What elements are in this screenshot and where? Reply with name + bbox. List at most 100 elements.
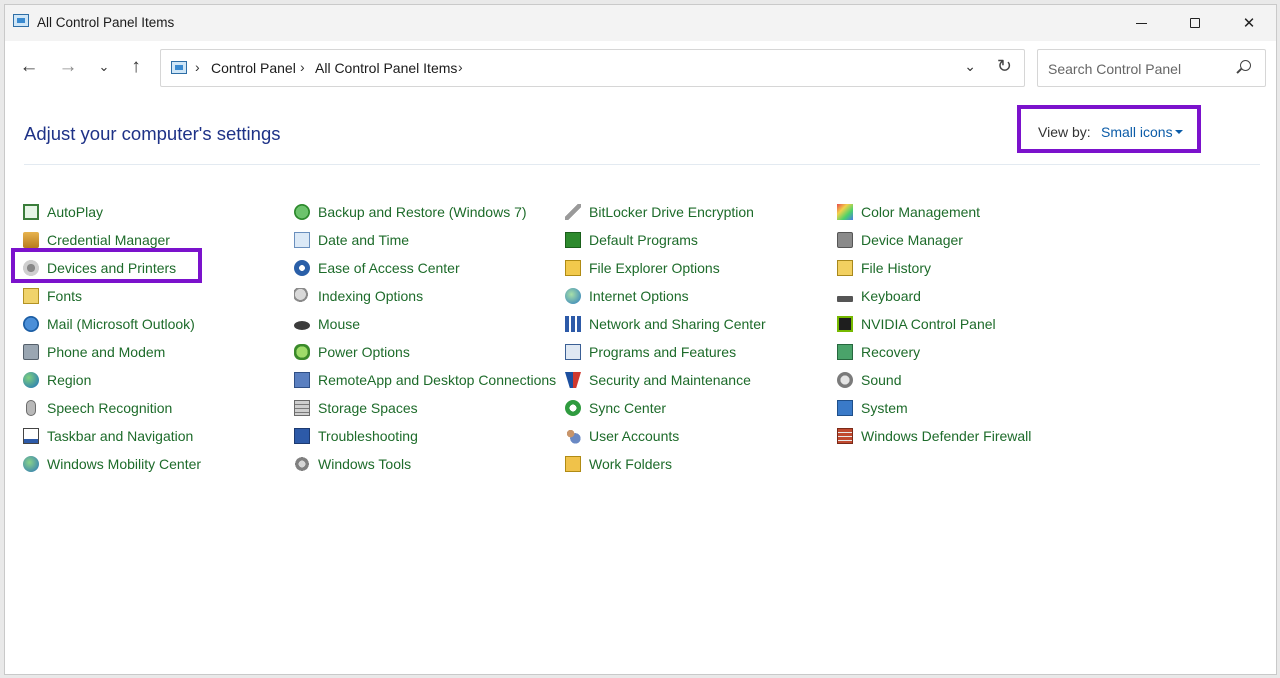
control-panel-item[interactable]: Sync Center [565, 394, 766, 422]
item-label: Recovery [861, 344, 921, 360]
item-label: Mouse [318, 316, 361, 332]
breadcrumb-control-panel[interactable]: Control Panel [211, 60, 296, 76]
chevron-down-icon: ⌄ [98, 59, 110, 74]
item-label: Sound [861, 372, 902, 388]
device-manager-icon [837, 232, 853, 248]
control-panel-item[interactable]: User Accounts [565, 422, 766, 450]
forward-button[interactable]: → [54, 53, 82, 81]
item-label: Network and Sharing Center [589, 316, 766, 332]
control-panel-item[interactable]: Mouse [294, 310, 556, 338]
item-label: Sync Center [589, 400, 667, 416]
arrow-right-icon: → [58, 56, 78, 77]
control-panel-item[interactable]: Programs and Features [565, 338, 766, 366]
sync-icon [565, 400, 581, 416]
mobility-center-icon [23, 456, 39, 472]
refresh-icon[interactable]: ↻ [997, 56, 1012, 77]
item-label: Speech Recognition [47, 400, 173, 416]
recent-locations-button[interactable]: ⌄ [90, 53, 118, 81]
control-panel-item[interactable]: Windows Defender Firewall [837, 422, 1031, 450]
items-column-2: Backup and Restore (Windows 7) Date and … [294, 198, 556, 478]
title-bar: All Control Panel Items ✕ [5, 5, 1276, 41]
control-panel-item[interactable]: Windows Mobility Center [23, 450, 201, 478]
programs-features-icon [565, 344, 581, 360]
breadcrumb-separator-icon[interactable]: › [300, 59, 305, 75]
control-panel-item[interactable]: Security and Maintenance [565, 366, 766, 394]
security-flag-icon [565, 372, 581, 388]
item-label: Ease of Access Center [318, 260, 460, 276]
control-panel-item[interactable]: Credential Manager [23, 226, 201, 254]
address-history-dropdown[interactable]: ⌄ [964, 58, 976, 75]
control-panel-item[interactable]: Recovery [837, 338, 1031, 366]
control-panel-item[interactable]: File History [837, 254, 1031, 282]
control-panel-item[interactable]: System [837, 394, 1031, 422]
control-panel-item[interactable]: RemoteApp and Desktop Connections [294, 366, 556, 394]
control-panel-item[interactable]: Troubleshooting [294, 422, 556, 450]
control-panel-item[interactable]: Taskbar and Navigation [23, 422, 201, 450]
search-input[interactable] [1046, 58, 1230, 80]
control-panel-item[interactable]: Ease of Access Center [294, 254, 556, 282]
control-panel-item[interactable]: BitLocker Drive Encryption [565, 198, 766, 226]
item-label: Phone and Modem [47, 344, 166, 360]
maximize-button[interactable] [1168, 5, 1222, 41]
search-box [1037, 49, 1266, 87]
control-panel-item[interactable]: Speech Recognition [23, 394, 201, 422]
close-icon: ✕ [1242, 15, 1256, 32]
control-panel-item[interactable]: Sound [837, 366, 1031, 394]
item-label: Programs and Features [589, 344, 737, 360]
view-by-label: View by: [1038, 124, 1091, 140]
control-panel-item[interactable]: Storage Spaces [294, 394, 556, 422]
control-panel-item[interactable]: Internet Options [565, 282, 766, 310]
control-panel-item[interactable]: Network and Sharing Center [565, 310, 766, 338]
item-label: NVIDIA Control Panel [861, 316, 996, 332]
control-panel-item[interactable]: Power Options [294, 338, 556, 366]
power-icon [294, 344, 310, 360]
breadcrumb-separator-icon[interactable]: › [458, 59, 463, 75]
windows-tools-icon [294, 456, 310, 472]
user-accounts-icon [565, 428, 581, 444]
items-column-1: AutoPlay Credential Manager Devices and … [23, 198, 201, 478]
control-panel-item[interactable]: Region [23, 366, 201, 394]
caret-down-icon[interactable] [1175, 130, 1183, 134]
phone-modem-icon [23, 344, 39, 360]
nvidia-icon [837, 316, 853, 332]
minimize-button[interactable] [1114, 5, 1168, 41]
ease-of-access-icon [294, 260, 310, 276]
breadcrumb-all-items[interactable]: All Control Panel Items [315, 60, 457, 76]
control-panel-item[interactable]: AutoPlay [23, 198, 201, 226]
control-panel-item[interactable]: Windows Tools [294, 450, 556, 478]
control-panel-item[interactable]: Indexing Options [294, 282, 556, 310]
control-panel-item[interactable]: Backup and Restore (Windows 7) [294, 198, 556, 226]
control-panel-item[interactable]: Color Management [837, 198, 1031, 226]
system-icon [837, 400, 853, 416]
control-panel-item[interactable]: Phone and Modem [23, 338, 201, 366]
control-panel-item[interactable]: Default Programs [565, 226, 766, 254]
item-label: Internet Options [589, 288, 689, 304]
control-panel-item[interactable]: Date and Time [294, 226, 556, 254]
item-label: AutoPlay [47, 204, 104, 220]
speaker-icon [837, 372, 853, 388]
item-label: Windows Tools [318, 456, 412, 472]
up-button[interactable]: ↑ [122, 53, 150, 81]
control-panel-window: All Control Panel Items ✕ ← → ⌄ ↑ › Cont… [4, 4, 1277, 675]
breadcrumb-separator-icon: › [195, 59, 200, 75]
arrow-left-icon: ← [19, 56, 39, 77]
view-by-dropdown[interactable]: Small icons [1101, 124, 1173, 140]
minimize-icon [1135, 22, 1147, 24]
control-panel-item[interactable]: Device Manager [837, 226, 1031, 254]
search-icon[interactable] [1240, 60, 1251, 71]
header-divider [24, 164, 1260, 165]
devices-and-printers-item[interactable]: Devices and Printers [23, 254, 201, 282]
back-button[interactable]: ← [15, 53, 43, 81]
control-panel-item[interactable]: Fonts [23, 282, 201, 310]
file-history-icon [837, 260, 853, 276]
control-panel-item[interactable]: File Explorer Options [565, 254, 766, 282]
fonts-icon [23, 288, 39, 304]
control-panel-item[interactable]: NVIDIA Control Panel [837, 310, 1031, 338]
control-panel-item[interactable]: Mail (Microsoft Outlook) [23, 310, 201, 338]
address-bar[interactable]: › Control Panel › All Control Panel Item… [160, 49, 1025, 87]
control-panel-item[interactable]: Keyboard [837, 282, 1031, 310]
item-label: Date and Time [318, 232, 410, 248]
close-button[interactable]: ✕ [1222, 5, 1276, 41]
control-panel-item[interactable]: Work Folders [565, 450, 766, 478]
indexing-icon [294, 288, 310, 304]
